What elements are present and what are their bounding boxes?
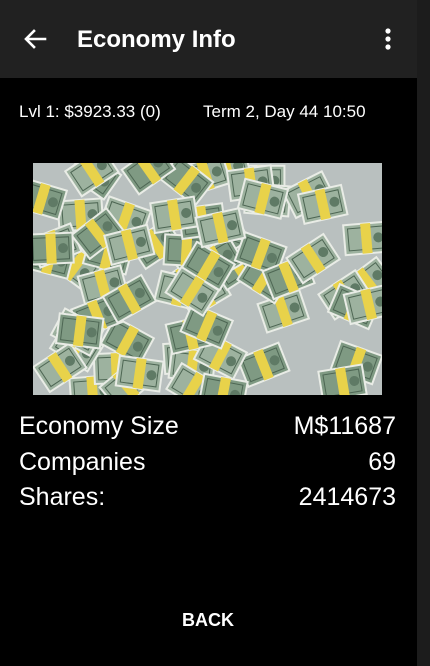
back-arrow-icon[interactable] <box>20 24 50 54</box>
more-vert-icon[interactable] <box>376 24 400 54</box>
stat-value: 2414673 <box>298 483 396 511</box>
stat-row-economy-size: Economy Size M$11687 <box>19 412 396 444</box>
money-stacks-image <box>33 163 382 395</box>
stat-row-companies: Companies 69 <box>19 448 396 480</box>
app-bar: Economy Info <box>0 0 417 78</box>
stat-row-shares: Shares: 2414673 <box>19 483 396 515</box>
stat-value: M$11687 <box>293 412 396 440</box>
stat-value: 69 <box>368 448 396 476</box>
stat-label: Economy Size <box>19 412 179 440</box>
back-button[interactable]: BACK <box>160 606 256 634</box>
page-title: Economy Info <box>77 26 236 53</box>
stat-label: Shares: <box>19 483 106 511</box>
stat-label: Companies <box>19 448 146 476</box>
scroll-edge <box>417 0 430 666</box>
level-cash-status: Lvl 1: $3923.33 (0) <box>19 102 161 121</box>
term-day-time-status: Term 2, Day 44 10:50 <box>203 102 366 121</box>
